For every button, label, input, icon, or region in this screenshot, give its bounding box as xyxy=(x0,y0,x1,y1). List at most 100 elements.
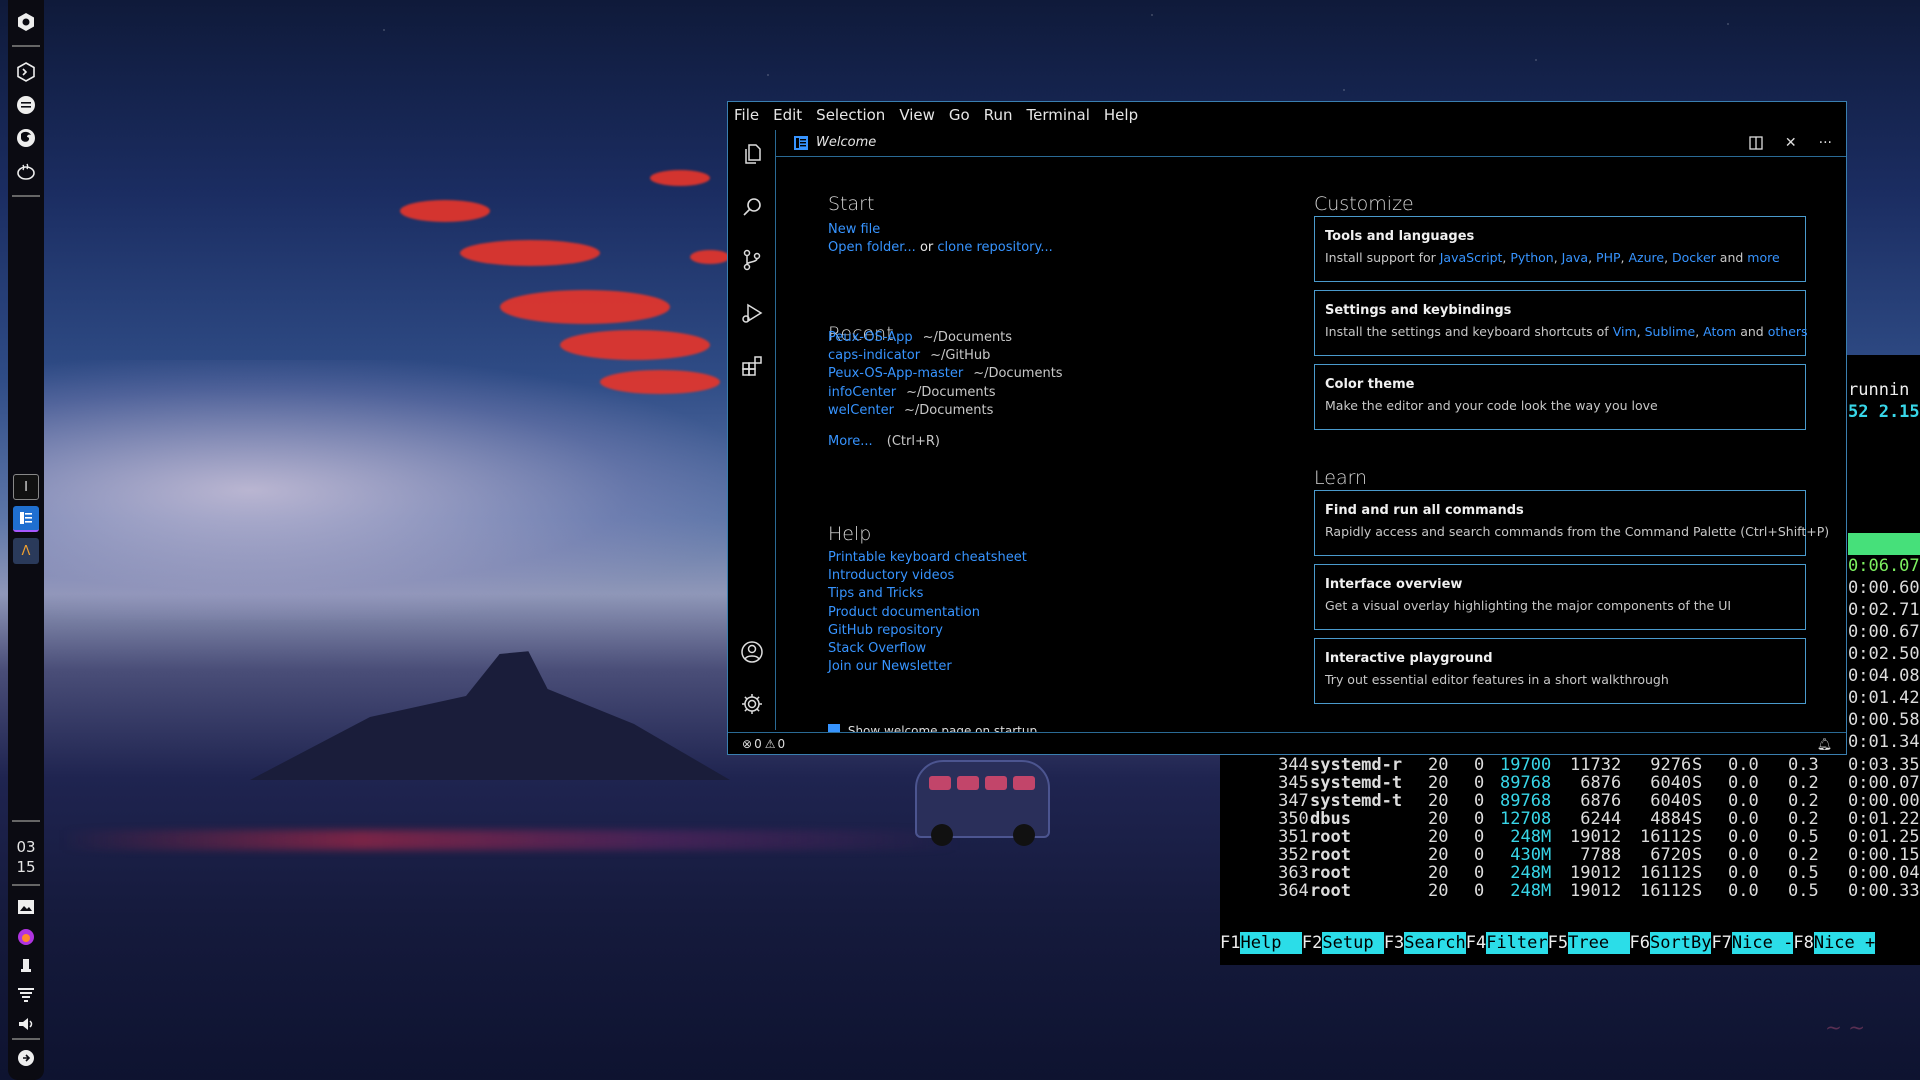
card-link[interactable]: Docker xyxy=(1672,250,1716,265)
fkey-label[interactable]: Filter xyxy=(1486,932,1548,954)
card-link[interactable]: JavaScript xyxy=(1440,250,1503,265)
fkey-f3[interactable]: F3 xyxy=(1384,932,1404,954)
menu-run[interactable]: Run xyxy=(984,106,1013,124)
color-picker-icon[interactable] xyxy=(12,923,40,951)
errors-icon[interactable]: ⊗ xyxy=(742,737,752,751)
fkey-f2[interactable]: F2 xyxy=(1302,932,1322,954)
card-link[interactable]: more xyxy=(1747,250,1779,265)
menu-selection[interactable]: Selection xyxy=(816,106,885,124)
appimage-app-button[interactable]: Λ xyxy=(13,538,39,564)
wifi-icon[interactable] xyxy=(12,980,40,1008)
menu-go[interactable]: Go xyxy=(949,106,970,124)
help-link[interactable]: Tips and Tricks xyxy=(828,586,923,601)
card-link[interactable]: Vim xyxy=(1613,324,1637,339)
find-commands-card[interactable]: Find and run all commands Rapidly access… xyxy=(1314,490,1829,556)
help-link[interactable]: Printable keyboard cheatsheet xyxy=(828,550,1027,565)
close-icon[interactable]: ✕ xyxy=(1785,135,1797,151)
card-desc-text: Install support for xyxy=(1325,250,1436,265)
split-editor-icon[interactable] xyxy=(1749,136,1763,150)
fkey-f1[interactable]: F1 xyxy=(1220,932,1240,954)
vscode-app-button[interactable] xyxy=(13,506,39,532)
fkey-label[interactable]: Nice + xyxy=(1813,932,1876,954)
status-bar: ⊗ 0 ⚠ 0 🔔︎ xyxy=(728,732,1846,754)
fkey-label[interactable]: Help xyxy=(1240,932,1302,954)
run-debug-icon[interactable] xyxy=(738,299,766,327)
menu-file[interactable]: File xyxy=(734,106,759,124)
recent-item-link[interactable]: Peux-OS-App-master xyxy=(828,366,963,381)
menu-view[interactable]: View xyxy=(899,106,935,124)
color-theme-card[interactable]: Color theme Make the editor and your cod… xyxy=(1314,364,1806,430)
card-link[interactable]: Azure xyxy=(1628,250,1664,265)
power-icon[interactable] xyxy=(12,1044,40,1072)
more-actions-icon[interactable]: ··· xyxy=(1819,135,1832,151)
learn-heading: Learn xyxy=(1314,467,1368,489)
account-icon[interactable] xyxy=(738,638,766,666)
card-desc-text: Install the settings and keyboard shortc… xyxy=(1325,324,1609,339)
warnings-icon[interactable]: ⚠ xyxy=(765,737,776,751)
fkey-f4[interactable]: F4 xyxy=(1466,932,1486,954)
fkey-label[interactable]: SortBy xyxy=(1650,932,1712,954)
recent-more-link[interactable]: More... xyxy=(828,434,873,449)
search-icon[interactable] xyxy=(738,193,766,221)
notifications-bell-icon[interactable]: 🔔︎ xyxy=(1817,737,1832,751)
tab-welcome[interactable]: Welcome xyxy=(776,129,894,157)
pot-icon[interactable] xyxy=(12,157,40,185)
screenshot-icon[interactable] xyxy=(12,893,40,921)
interface-overview-card[interactable]: Interface overview Get a visual overlay … xyxy=(1314,564,1806,630)
recent-item-link[interactable]: Peux-OS-App xyxy=(828,330,913,345)
card-link[interactable]: Java xyxy=(1562,250,1588,265)
menu-edit[interactable]: Edit xyxy=(773,106,802,124)
menu-help[interactable]: Help xyxy=(1104,106,1138,124)
card-link[interactable]: Atom xyxy=(1703,324,1736,339)
htop-process-row[interactable]: 364 root 20 0 248M 19012 16112 S 0.0 0.5 0:00.33 xyxy=(1220,880,1920,902)
menu-icon[interactable] xyxy=(12,91,40,119)
warnings-count[interactable]: 0 xyxy=(777,737,785,751)
interactive-playground-card[interactable]: Interactive playground Try out essential… xyxy=(1314,638,1806,704)
fkey-label[interactable]: Search xyxy=(1404,932,1466,954)
card-link[interactable]: PHP xyxy=(1596,250,1620,265)
help-link[interactable]: Introductory videos xyxy=(828,568,954,583)
volume-icon[interactable] xyxy=(12,1010,40,1038)
htop-time-header[interactable]: TIME+ xyxy=(1848,533,1920,576)
start-heading: Start xyxy=(828,193,875,215)
recent-item-link[interactable]: welCenter xyxy=(828,403,894,418)
help-link[interactable]: Product documentation xyxy=(828,605,980,620)
app-launcher-icon[interactable] xyxy=(12,8,40,36)
open-folder-link[interactable]: Open folder... xyxy=(828,240,916,255)
fkey-label[interactable]: Nice - xyxy=(1731,932,1794,954)
fkey-f8[interactable]: F8 xyxy=(1793,932,1813,954)
settings-gear-icon[interactable] xyxy=(738,690,766,718)
explorer-icon[interactable] xyxy=(738,140,766,168)
menu-terminal[interactable]: Terminal xyxy=(1027,106,1090,124)
usb-icon[interactable] xyxy=(12,952,40,980)
recent-item-path: ~/Documents xyxy=(904,402,994,418)
recent-item-link[interactable]: infoCenter xyxy=(828,385,896,400)
terminal-app-button[interactable]: I xyxy=(13,474,39,500)
card-link[interactable]: Python xyxy=(1510,250,1553,265)
tools-languages-card[interactable]: Tools and languages Install support for … xyxy=(1314,216,1806,282)
help-link[interactable]: GitHub repository xyxy=(828,623,943,638)
card-title: Settings and keybindings xyxy=(1325,303,1512,318)
fkey-f6[interactable]: F6 xyxy=(1630,932,1650,954)
card-link[interactable]: Sublime xyxy=(1645,324,1696,339)
or-text: or xyxy=(919,240,934,255)
fkey-f7[interactable]: F7 xyxy=(1711,932,1731,954)
source-control-icon[interactable] xyxy=(738,246,766,274)
errors-count[interactable]: 0 xyxy=(754,737,762,751)
clone-repository-link[interactable]: clone repository... xyxy=(937,240,1052,255)
fkey-label[interactable]: Tree xyxy=(1568,932,1630,954)
card-title: Interface overview xyxy=(1325,577,1463,592)
recent-item-link[interactable]: caps-indicator xyxy=(828,348,920,363)
new-file-link[interactable]: New file xyxy=(828,222,880,237)
terminal-icon[interactable] xyxy=(12,58,40,86)
fkey-label[interactable]: Setup xyxy=(1322,932,1384,954)
startup-checkbox-row[interactable]: Show welcome page on startup xyxy=(828,724,1037,732)
firefox-icon[interactable] xyxy=(12,124,40,152)
card-link[interactable]: others xyxy=(1768,324,1808,339)
settings-keybindings-card[interactable]: Settings and keybindings Install the set… xyxy=(1314,290,1808,356)
fkey-f5[interactable]: F5 xyxy=(1548,932,1568,954)
startup-checkbox[interactable] xyxy=(828,724,840,732)
help-link[interactable]: Stack Overflow xyxy=(828,641,926,656)
extensions-icon[interactable] xyxy=(738,352,766,380)
help-link[interactable]: Join our Newsletter xyxy=(828,659,952,674)
